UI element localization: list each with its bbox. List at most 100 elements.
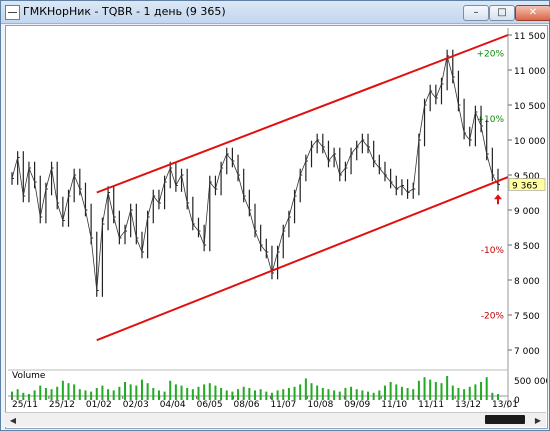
volume-bar <box>146 383 149 400</box>
volume-bar <box>389 382 392 400</box>
minimize-button[interactable]: – <box>463 5 489 21</box>
volume-bar <box>423 377 426 400</box>
volume-bar <box>118 386 121 400</box>
y-tick-label: 10 500 <box>514 102 546 112</box>
volume-bar <box>293 386 296 400</box>
chart-area[interactable]: 11 500 11 000 10 500 10 000 9 500 9 000 8 500 8… <box>5 25 550 429</box>
volume-bar <box>101 385 104 400</box>
volume-bar <box>367 391 370 400</box>
x-tick-label: 11/07 <box>270 400 296 410</box>
x-tick-label: 25/11 <box>12 400 38 410</box>
volume-bar <box>33 390 36 400</box>
volume-bar <box>180 385 183 400</box>
volume-bar <box>124 382 127 400</box>
volume-bar <box>429 379 432 400</box>
volume-bar <box>480 382 483 400</box>
volume-bar <box>265 391 268 400</box>
x-tick-label: 11/11 <box>418 400 444 410</box>
volume-bar <box>237 389 240 400</box>
x-tick-label: 08/06 <box>234 400 260 410</box>
x-tick-label: 09/09 <box>344 400 370 410</box>
chart-app-icon <box>5 5 20 20</box>
last-price-label: 9 365 <box>512 181 538 191</box>
volume-bar <box>191 389 194 400</box>
x-tick-label: 01/02 <box>86 400 112 410</box>
volume-bar <box>186 388 189 400</box>
volume-bar <box>73 384 76 400</box>
x-tick-label: 04/04 <box>160 400 186 410</box>
volume-bar <box>316 385 319 400</box>
volume-bar <box>254 390 256 400</box>
volume-bar <box>474 384 477 400</box>
price-chart[interactable]: 11 50011 00010 50010 0009 5009 0008 5008… <box>6 26 550 412</box>
volume-bar <box>304 378 307 400</box>
volume-bar <box>129 384 132 400</box>
maximize-button[interactable]: □ <box>489 5 515 21</box>
percent-level-label: -20% <box>481 312 505 322</box>
last-price-arrow-icon <box>494 194 502 205</box>
volume-bar <box>259 389 262 400</box>
volume-bar <box>434 382 437 400</box>
volume-bar <box>214 385 217 400</box>
window-title: ГМКНорНик - TQBR - 1 день (9 365) <box>23 5 226 18</box>
y-tick-label: 7 500 <box>514 312 540 322</box>
x-tick-label: 10/08 <box>307 400 333 410</box>
volume-bar <box>276 390 279 400</box>
volume-bar <box>56 386 59 400</box>
volume-bar <box>169 380 172 400</box>
horizontal-scrollbar[interactable]: ◀ ▶ <box>5 412 546 427</box>
volume-bar <box>383 385 386 400</box>
x-tick-label: 13/01 <box>492 400 518 410</box>
volume-label: Volume <box>12 371 46 381</box>
volume-bar <box>90 391 93 400</box>
y-tick-label: 11 000 <box>514 67 546 77</box>
close-button[interactable]: ✕ <box>515 5 550 21</box>
volume-bar <box>208 383 211 400</box>
price-line <box>11 55 499 291</box>
volume-bar <box>44 388 47 400</box>
volume-bar <box>174 384 177 400</box>
volume-bar <box>440 383 443 400</box>
volume-bar <box>446 376 449 400</box>
volume-bar <box>107 389 110 400</box>
volume-bar <box>355 389 358 400</box>
scroll-right-icon[interactable]: ▶ <box>532 414 544 426</box>
volume-bar <box>451 385 454 400</box>
percent-level-label: -10% <box>481 246 505 256</box>
volume-bar <box>287 388 290 400</box>
volume-bar <box>463 389 466 400</box>
volume-bar <box>16 389 19 400</box>
volume-bar <box>39 385 42 400</box>
volume-bar <box>22 392 25 400</box>
volume-bar <box>203 384 206 400</box>
volume-bar <box>270 392 273 400</box>
y-tick-label: 8 000 <box>514 277 540 287</box>
volume-bar <box>220 388 223 400</box>
volume-tick-label: 500 000 <box>514 377 547 387</box>
volume-bar <box>61 380 64 400</box>
y-tick-label: 11 500 <box>514 32 546 42</box>
y-tick-label: 10 000 <box>514 137 546 147</box>
scroll-left-icon[interactable]: ◀ <box>7 414 19 426</box>
volume-bar <box>95 388 98 400</box>
volume-bar <box>485 377 488 400</box>
volume-bar <box>282 389 285 400</box>
volume-bar <box>135 385 138 400</box>
volume-bar <box>395 384 398 400</box>
volume-bar <box>140 379 143 400</box>
volume-bar <box>321 388 324 400</box>
volume-bar <box>327 389 330 400</box>
volume-bar <box>67 383 70 400</box>
title-bar[interactable]: ГМКНорНик - TQBR - 1 день (9 365) – □ ✕ <box>1 1 550 24</box>
volume-bar <box>372 392 375 400</box>
volume-bar <box>361 390 364 400</box>
x-tick-label: 02/03 <box>123 400 149 410</box>
volume-bar <box>112 390 115 400</box>
volume-bar <box>310 383 313 400</box>
scrollbar-thumb[interactable] <box>485 415 525 424</box>
y-tick-label: 9 000 <box>514 207 540 217</box>
volume-bar <box>242 386 245 400</box>
volume-bar <box>197 386 200 400</box>
volume-bar <box>468 386 471 400</box>
chart-window: ГМКНорНик - TQBR - 1 день (9 365) – □ ✕ … <box>0 0 550 431</box>
